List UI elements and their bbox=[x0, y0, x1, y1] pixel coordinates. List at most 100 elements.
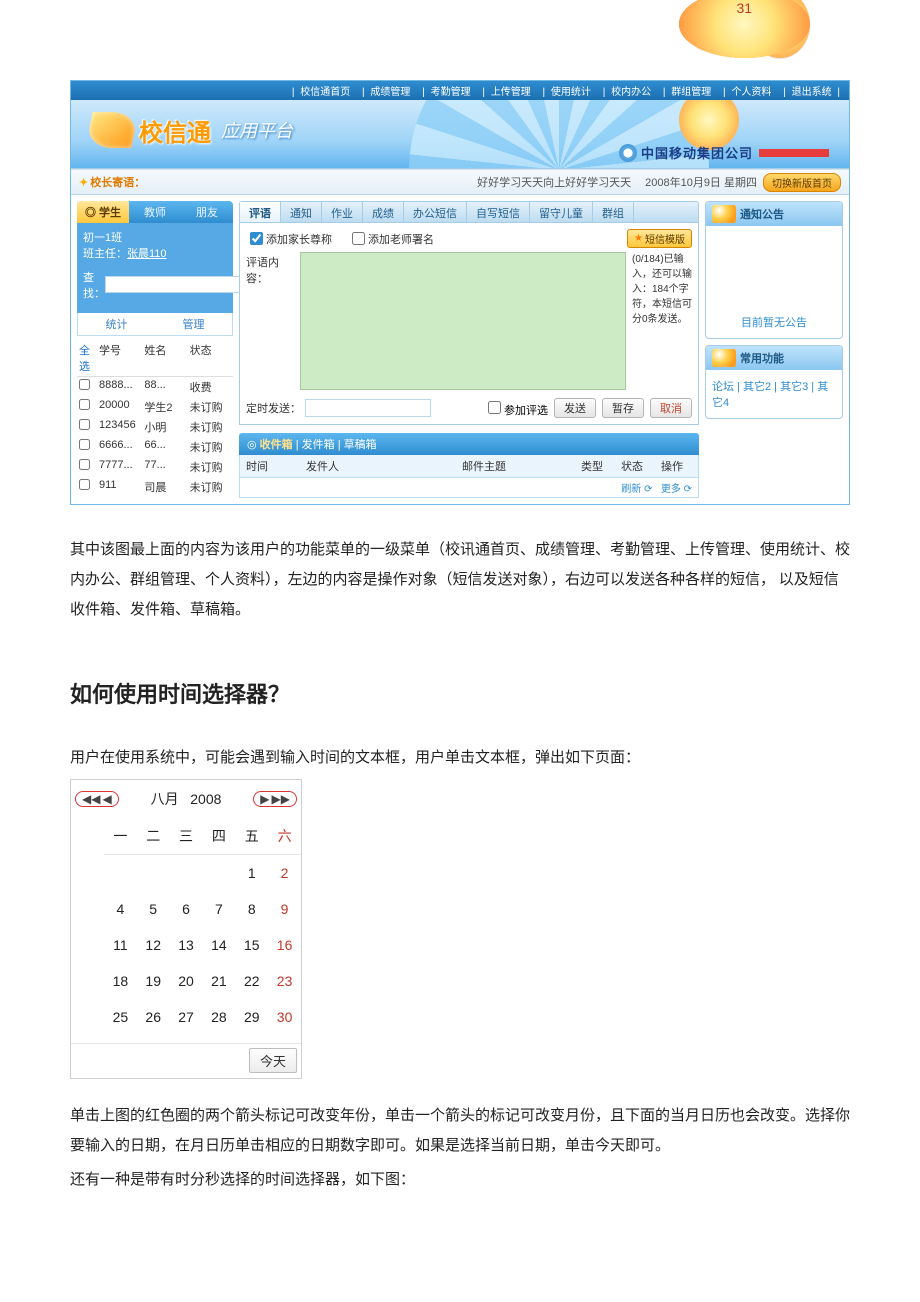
content-textarea[interactable] bbox=[300, 252, 626, 390]
switch-version-button[interactable]: 切换新版首页 bbox=[763, 173, 841, 192]
tab-draft[interactable]: 草稿箱 bbox=[344, 439, 377, 451]
tab-group[interactable]: 群组 bbox=[593, 202, 634, 222]
schedule-input[interactable] bbox=[305, 399, 431, 417]
calendar-day[interactable]: 11 bbox=[104, 927, 137, 963]
teacher-link[interactable]: 张晨110 bbox=[127, 248, 167, 260]
calendar-day[interactable]: 21 bbox=[202, 963, 235, 999]
cancel-button[interactable]: 取消 bbox=[650, 398, 692, 418]
find-input[interactable] bbox=[105, 276, 243, 293]
nav-profile[interactable]: | 个人资料 bbox=[720, 87, 777, 98]
opt-election[interactable]: 参加评选 bbox=[484, 398, 548, 418]
calendar-day[interactable]: 4 bbox=[104, 891, 137, 927]
today-button[interactable]: 今天 bbox=[249, 1048, 297, 1073]
mh-status: 状态 bbox=[612, 458, 652, 474]
calendar-day[interactable]: 16 bbox=[268, 927, 301, 963]
calendar-day[interactable]: 14 bbox=[202, 927, 235, 963]
nav-logout[interactable]: | 退出系统 | bbox=[780, 87, 843, 98]
link-forum[interactable]: 论坛 bbox=[712, 381, 734, 393]
link-other3[interactable]: 其它3 bbox=[780, 381, 808, 393]
next-month-button[interactable]: ▶ bbox=[260, 793, 269, 805]
tab-leftbehind[interactable]: 留守儿童 bbox=[530, 202, 593, 222]
table-row[interactable]: 8888...88...收费 bbox=[77, 377, 233, 397]
teacher-checkbox[interactable] bbox=[352, 232, 365, 245]
link-stats[interactable]: 统计 bbox=[106, 316, 128, 332]
table-row[interactable]: 7777...77...未订购 bbox=[77, 457, 233, 477]
tab-student[interactable]: ◎ 学生 bbox=[77, 201, 129, 223]
document-body: 其中该图最上面的内容为该用户的功能菜单的一级菜单（校讯通首页、成绩管理、考勤管理… bbox=[70, 535, 850, 1195]
nav-upload[interactable]: | 上传管理 bbox=[479, 87, 536, 98]
nav-office[interactable]: | 校内办公 bbox=[600, 87, 657, 98]
refresh-link[interactable]: 刷新 ⟳ bbox=[621, 484, 652, 495]
parent-checkbox[interactable] bbox=[250, 232, 263, 245]
calendar-day[interactable]: 23 bbox=[268, 963, 301, 999]
calendar-day[interactable]: 29 bbox=[235, 999, 268, 1035]
more-link[interactable]: 更多 ⟳ bbox=[661, 484, 692, 495]
table-row[interactable]: 911司晨未订购 bbox=[77, 477, 233, 497]
table-row[interactable]: 123456小明未订购 bbox=[77, 417, 233, 437]
table-row[interactable]: 20000学生2未订购 bbox=[77, 397, 233, 417]
tab-homework[interactable]: 作业 bbox=[322, 202, 363, 222]
calendar-day[interactable]: 30 bbox=[268, 999, 301, 1035]
logo: 校信通 应用平台 bbox=[89, 112, 293, 148]
calendar-day[interactable]: 20 bbox=[170, 963, 203, 999]
calendar-day[interactable]: 2 bbox=[268, 855, 301, 892]
calendar-day[interactable]: 19 bbox=[137, 963, 170, 999]
hold-button[interactable]: 暂存 bbox=[602, 398, 644, 418]
calendar-title: 八月 2008 bbox=[119, 785, 254, 813]
row-checkbox[interactable] bbox=[79, 419, 90, 430]
year-label[interactable]: 2008 bbox=[190, 791, 221, 807]
dow-row: 日 一 二 三 四 五 六 bbox=[71, 818, 301, 855]
tab-office-sms[interactable]: 办公短信 bbox=[404, 202, 467, 222]
nav-groups[interactable]: | 群组管理 bbox=[660, 87, 717, 98]
calendar-day[interactable]: 22 bbox=[235, 963, 268, 999]
sms-template-button[interactable]: 短信模版 bbox=[627, 229, 692, 248]
table-row[interactable]: 6666...66...未订购 bbox=[77, 437, 233, 457]
calendar-day[interactable]: 15 bbox=[235, 927, 268, 963]
calendar-day[interactable]: 1 bbox=[235, 855, 268, 892]
calendar-day[interactable]: 26 bbox=[137, 999, 170, 1035]
tab-outbox[interactable]: 发件箱 bbox=[302, 439, 335, 451]
nav-home[interactable]: | 校信通首页 bbox=[289, 87, 356, 98]
nav-attendance[interactable]: | 考勤管理 bbox=[419, 87, 476, 98]
send-button[interactable]: 发送 bbox=[554, 398, 596, 418]
nav-stats[interactable]: | 使用统计 bbox=[540, 87, 597, 98]
row-checkbox[interactable] bbox=[79, 439, 90, 450]
calendar-day[interactable]: 27 bbox=[170, 999, 203, 1035]
nav-grades[interactable]: | 成绩管理 bbox=[359, 87, 416, 98]
year-month-prev-oval: ◀◀ ◀ bbox=[75, 791, 119, 807]
row-checkbox[interactable] bbox=[79, 479, 90, 490]
calendar-day[interactable]: 12 bbox=[137, 927, 170, 963]
tab-notice[interactable]: 通知 bbox=[281, 202, 322, 222]
election-checkbox[interactable] bbox=[488, 401, 501, 414]
prev-year-button[interactable]: ◀◀ bbox=[82, 793, 100, 805]
opt-teacher-sign[interactable]: 添加老师署名 bbox=[348, 229, 434, 248]
prev-month-button[interactable]: ◀ bbox=[102, 793, 111, 805]
tab-teacher[interactable]: 教师 bbox=[129, 201, 181, 223]
calendar-day[interactable]: 18 bbox=[104, 963, 137, 999]
tools-icon bbox=[712, 349, 736, 367]
calendar-day[interactable]: 7 bbox=[202, 891, 235, 927]
calendar-week: 12 bbox=[71, 855, 301, 892]
tab-friend[interactable]: 朋友 bbox=[181, 201, 233, 223]
row-checkbox[interactable] bbox=[79, 379, 90, 390]
calendar-day[interactable]: 25 bbox=[104, 999, 137, 1035]
link-other2[interactable]: 其它2 bbox=[743, 381, 771, 393]
next-year-button[interactable]: ▶▶ bbox=[272, 793, 290, 805]
calendar-day[interactable]: 8 bbox=[235, 891, 268, 927]
calendar-day[interactable]: 6 bbox=[170, 891, 203, 927]
tab-inbox[interactable]: 收件箱 bbox=[260, 439, 293, 451]
row-checkbox[interactable] bbox=[79, 399, 90, 410]
link-manage[interactable]: 管理 bbox=[183, 316, 205, 332]
calendar-day[interactable]: 9 bbox=[268, 891, 301, 927]
tab-custom-sms[interactable]: 自写短信 bbox=[467, 202, 530, 222]
row-checkbox[interactable] bbox=[79, 459, 90, 470]
calendar-day bbox=[202, 855, 235, 892]
tab-grades[interactable]: 成绩 bbox=[363, 202, 404, 222]
calendar-day[interactable]: 5 bbox=[137, 891, 170, 927]
opt-parent-salutation[interactable]: 添加家长尊称 bbox=[246, 229, 332, 248]
calendar-day[interactable]: 28 bbox=[202, 999, 235, 1035]
tab-comment[interactable]: 评语 bbox=[240, 202, 281, 222]
month-label[interactable]: 八月 bbox=[151, 791, 179, 807]
calendar-day[interactable]: 13 bbox=[170, 927, 203, 963]
select-all-link[interactable]: 全选 bbox=[79, 342, 95, 374]
